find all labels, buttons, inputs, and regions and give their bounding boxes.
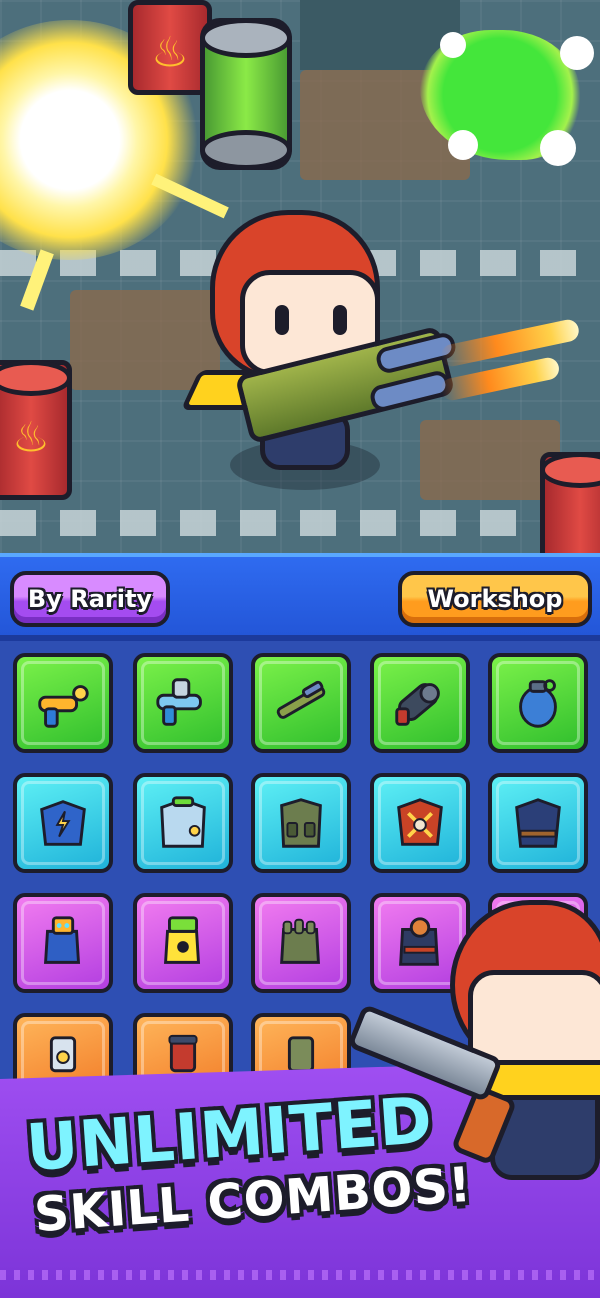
workshop-button[interactable]: Workshop <box>398 571 592 627</box>
inventory-slot[interactable] <box>370 773 470 873</box>
inventory-slot[interactable] <box>251 773 351 873</box>
inventory-slot[interactable] <box>13 893 113 993</box>
slime-drop <box>440 32 466 58</box>
inventory-slot[interactable] <box>13 773 113 873</box>
explosive-barrel: ♨ <box>0 360 72 500</box>
grenade-icon <box>507 672 569 734</box>
lightning-armor-icon <box>32 792 94 854</box>
spiked-armor-icon <box>389 792 451 854</box>
shotgun-icon <box>270 672 332 734</box>
hazard-stripe <box>0 510 600 536</box>
specimen-tank <box>200 18 292 170</box>
slime-drop <box>540 130 576 166</box>
slime-drop <box>560 36 594 70</box>
tech-glove-icon <box>32 912 94 974</box>
gatling-gun-icon <box>389 672 451 734</box>
slime-drop <box>448 130 478 160</box>
hazard-glove-icon <box>152 912 214 974</box>
game-scene: ♨ ♨ <box>0 0 600 553</box>
inventory-slot[interactable] <box>488 653 588 753</box>
inventory-slot[interactable] <box>133 653 233 753</box>
inventory-slot[interactable] <box>13 653 113 753</box>
flame-icon: ♨ <box>12 412 50 461</box>
inventory-header: By Rarity Workshop <box>0 557 600 641</box>
combat-glove-icon <box>270 912 332 974</box>
explosive-barrel <box>540 452 600 553</box>
inventory-slot[interactable] <box>488 773 588 873</box>
hazmat-jacket-icon <box>152 792 214 854</box>
mascot-character <box>346 900 600 1200</box>
banner-dots <box>0 1270 600 1280</box>
inventory-slot[interactable] <box>251 893 351 993</box>
inventory-slot[interactable] <box>251 653 351 753</box>
inventory-slot[interactable] <box>370 653 470 753</box>
tactical-vest-icon <box>270 792 332 854</box>
inventory-slot[interactable] <box>133 773 233 873</box>
water-blaster-icon <box>152 672 214 734</box>
ray-gun-icon <box>32 672 94 734</box>
heavy-armor-icon <box>507 792 569 854</box>
rust-patch <box>420 420 560 500</box>
inventory-slot[interactable] <box>133 893 233 993</box>
flame-icon: ♨ <box>151 27 189 77</box>
sort-by-rarity-button[interactable]: By Rarity <box>10 571 170 627</box>
